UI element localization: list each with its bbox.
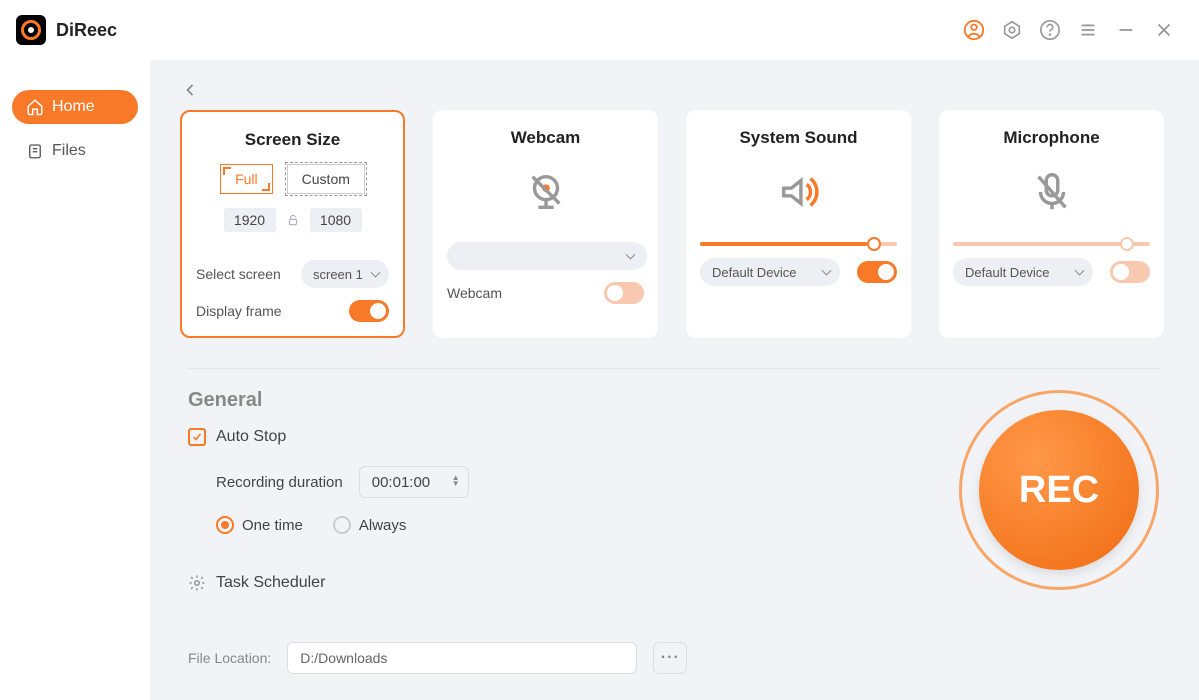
auto-stop-checkbox[interactable] [188, 428, 206, 446]
microphone-slider[interactable] [953, 242, 1150, 246]
height-input[interactable] [310, 208, 362, 232]
select-screen-label: Select screen [196, 266, 281, 282]
titlebar: DiReec [0, 0, 1199, 60]
webcam-device-select[interactable] [447, 242, 647, 270]
screen-size-card: Screen Size Full Custom Select screen sc… [180, 110, 405, 338]
sidebar-item-label: Home [52, 98, 95, 116]
minimize-icon[interactable] [1115, 19, 1137, 41]
sidebar-item-files[interactable]: Files [12, 134, 138, 168]
webcam-toggle[interactable] [604, 282, 644, 304]
user-icon[interactable] [963, 19, 985, 41]
file-location-input[interactable] [287, 642, 637, 674]
always-radio[interactable]: Always [333, 516, 407, 534]
microphone-title: Microphone [953, 128, 1150, 148]
file-location-label: File Location: [188, 650, 271, 666]
files-icon [26, 142, 44, 160]
system-sound-title: System Sound [700, 128, 897, 148]
microphone-card: Microphone Default Device [939, 110, 1164, 338]
close-icon[interactable] [1153, 19, 1175, 41]
sidebar-item-home[interactable]: Home [12, 90, 138, 124]
speaker-icon [700, 162, 897, 222]
display-frame-label: Display frame [196, 303, 282, 319]
full-screen-button[interactable]: Full [220, 164, 273, 194]
webcam-label: Webcam [447, 285, 502, 301]
system-sound-slider[interactable] [700, 242, 897, 246]
main-panel: Screen Size Full Custom Select screen sc… [150, 60, 1199, 700]
screen-size-title: Screen Size [196, 130, 389, 150]
home-icon [26, 98, 44, 116]
auto-stop-label: Auto Stop [216, 428, 286, 446]
system-sound-toggle[interactable] [857, 261, 897, 283]
system-sound-card: System Sound Default Device [686, 110, 911, 338]
width-input[interactable] [224, 208, 276, 232]
back-button[interactable] [180, 80, 200, 100]
one-time-radio[interactable]: One time [216, 516, 303, 534]
sidebar: Home Files [0, 60, 150, 700]
webcam-card: Webcam Webcam [433, 110, 658, 338]
microphone-off-icon [953, 162, 1150, 222]
menu-icon[interactable] [1077, 19, 1099, 41]
file-location-browse[interactable]: ··· [653, 642, 687, 674]
webcam-off-icon [447, 162, 644, 222]
app-logo [16, 15, 46, 45]
screen-select[interactable]: screen 1 [301, 260, 389, 288]
microphone-device-select[interactable]: Default Device [953, 258, 1093, 286]
sidebar-item-label: Files [52, 142, 86, 160]
webcam-title: Webcam [447, 128, 644, 148]
system-sound-device-select[interactable]: Default Device [700, 258, 840, 286]
gear-icon [188, 574, 206, 592]
display-frame-toggle[interactable] [349, 300, 389, 322]
help-icon[interactable] [1039, 19, 1061, 41]
duration-down[interactable]: ▼ [452, 482, 462, 488]
app-title: DiReec [56, 20, 117, 41]
record-button[interactable]: REC [959, 390, 1159, 590]
custom-size-button[interactable]: Custom [287, 164, 365, 194]
duration-input[interactable]: 00:01:00 ▲▼ [359, 466, 469, 498]
settings-icon[interactable] [1001, 19, 1023, 41]
microphone-toggle[interactable] [1110, 261, 1150, 283]
lock-icon[interactable] [286, 213, 300, 227]
record-label: REC [979, 410, 1139, 570]
divider [188, 368, 1161, 369]
duration-label: Recording duration [216, 474, 343, 491]
